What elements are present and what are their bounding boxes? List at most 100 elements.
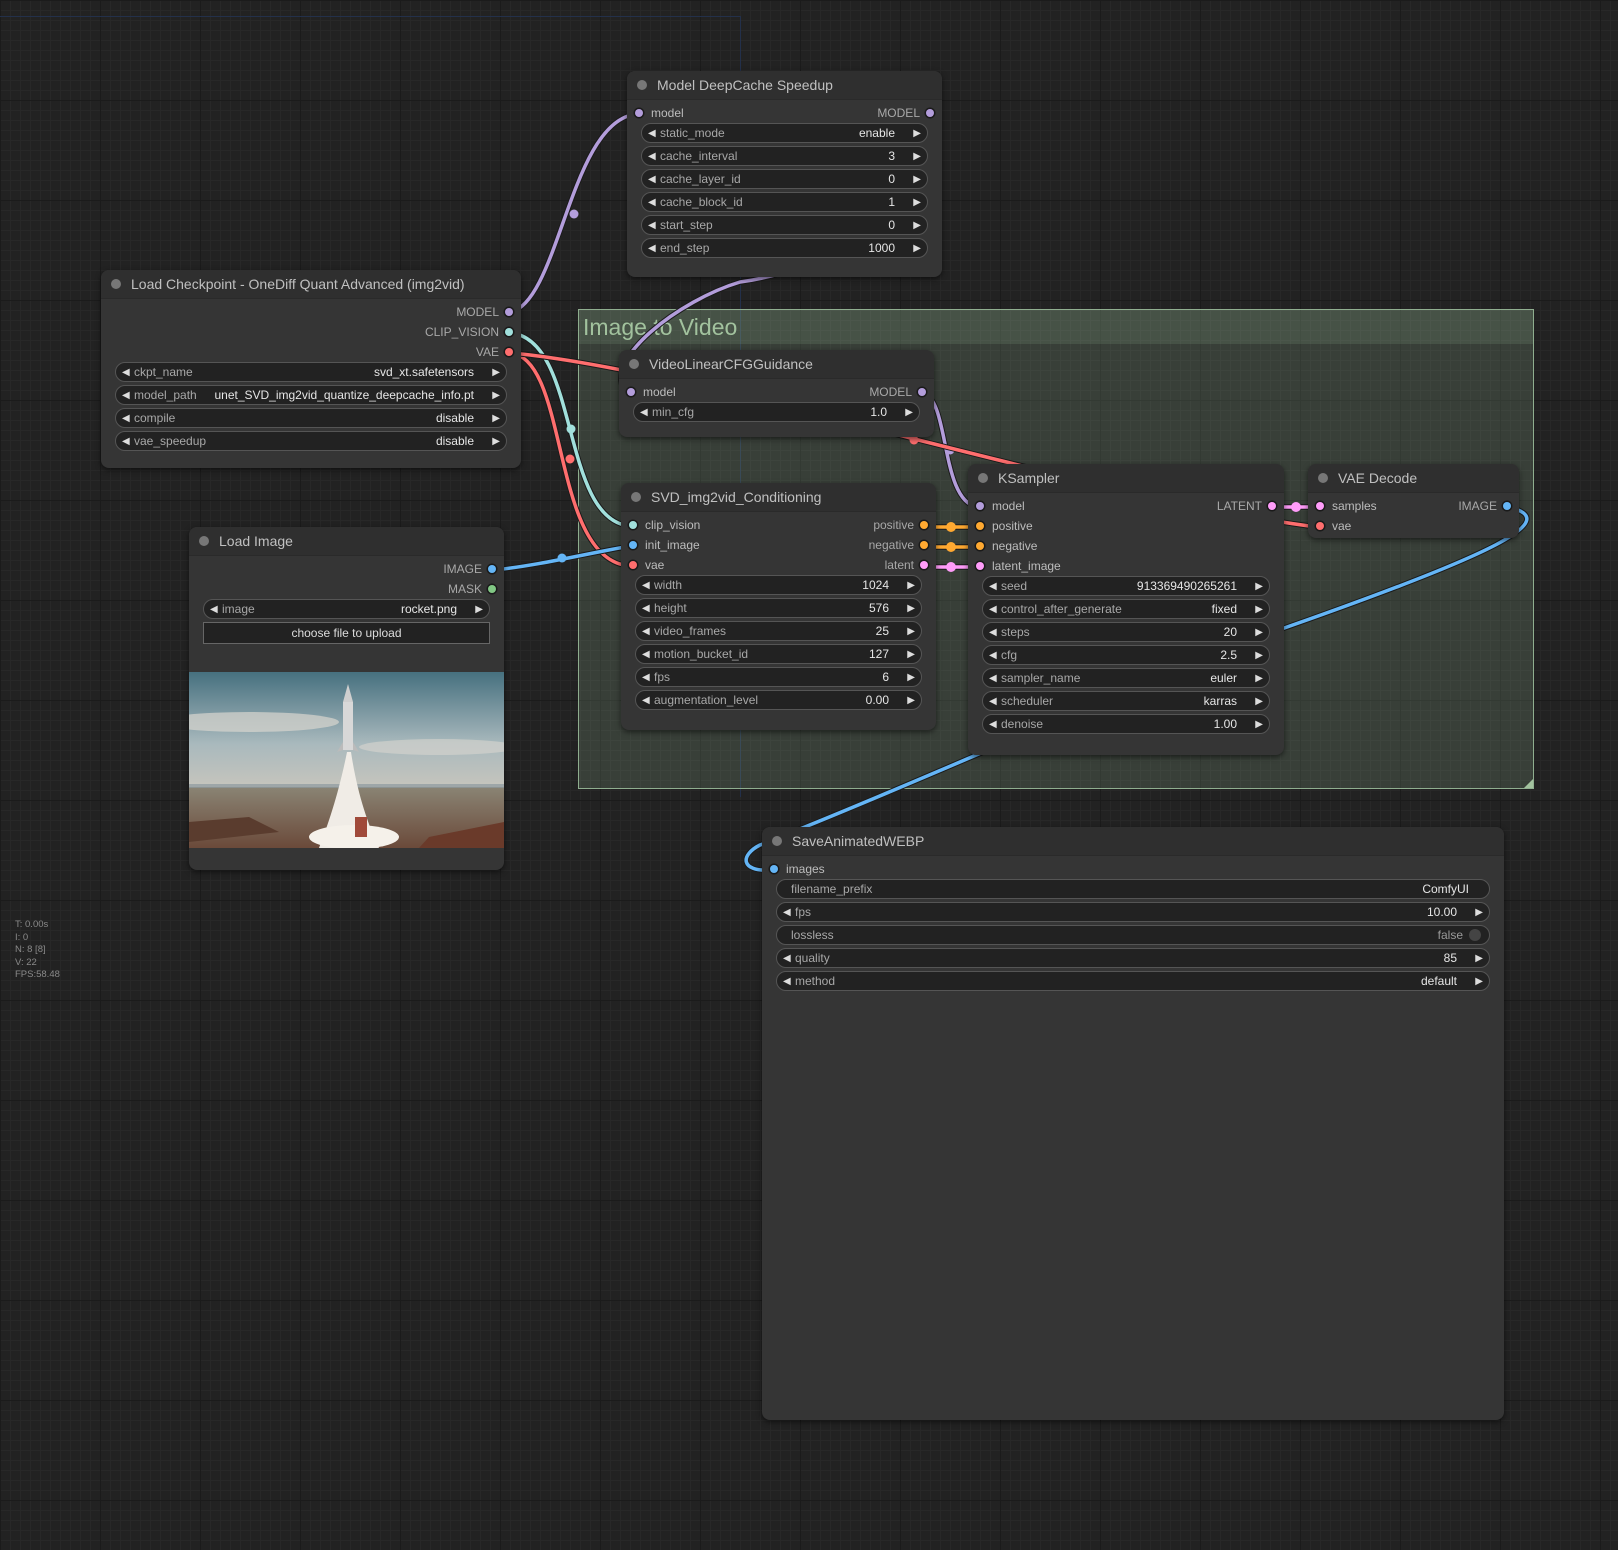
decrement-arrow-icon[interactable]: ◀ [642,580,654,591]
widget-seed[interactable]: ◀ seed 913369490265261 ▶ [982,576,1270,596]
input-slot-vae[interactable]: vae [1316,519,1351,533]
image-pin-icon[interactable] [629,541,637,549]
node-header[interactable]: VideoLinearCFGGuidance [619,350,934,379]
model-pin-icon[interactable] [918,388,926,396]
image-pin-icon[interactable] [488,565,496,573]
widget-value[interactable]: 1000 [868,241,909,255]
group-title[interactable]: Image to Video [579,310,1533,344]
widget-cache-layer-id[interactable]: ◀ cache_layer_id 0 ▶ [641,169,928,189]
collapse-dot-icon[interactable] [629,359,639,369]
widget-value[interactable]: 6 [882,670,903,684]
input-slot-negative[interactable]: negative [976,539,1037,553]
decrement-arrow-icon[interactable]: ◀ [648,197,660,208]
increment-arrow-icon[interactable]: ▶ [1471,976,1483,987]
increment-arrow-icon[interactable]: ▶ [488,413,500,424]
increment-arrow-icon[interactable]: ▶ [901,407,913,418]
decrement-arrow-icon[interactable]: ◀ [210,604,222,615]
node-ksampler[interactable]: KSampler model LATENT positive negative … [968,464,1284,755]
collapse-dot-icon[interactable] [978,473,988,483]
increment-arrow-icon[interactable]: ▶ [909,243,921,254]
widget-value[interactable]: karras [1204,694,1251,708]
node-model-deepcache-speedup[interactable]: Model DeepCache Speedup model MODEL ◀ sta… [627,71,942,277]
input-slot-positive[interactable]: positive [976,519,1033,533]
model-pin-icon[interactable] [627,388,635,396]
increment-arrow-icon[interactable]: ▶ [1251,719,1263,730]
widget-value[interactable]: 127 [869,647,903,661]
decrement-arrow-icon[interactable]: ◀ [642,649,654,660]
node-save-animated-webp[interactable]: SaveAnimatedWEBP images filename_prefix C… [762,827,1504,1420]
increment-arrow-icon[interactable]: ▶ [488,436,500,447]
widget-value[interactable]: rocket.png [401,602,471,616]
vae-pin-icon[interactable] [505,348,513,356]
clip-vision-pin-icon[interactable] [505,328,513,336]
input-slot-samples[interactable]: samples [1316,499,1377,513]
input-slot-model[interactable]: model [627,385,676,399]
increment-arrow-icon[interactable]: ▶ [909,197,921,208]
model-pin-icon[interactable] [926,109,934,117]
widget-compile[interactable]: ◀ compile disable ▶ [115,408,507,428]
vae-pin-icon[interactable] [1316,522,1324,530]
input-slot-latent-image[interactable]: latent_image [976,559,1061,573]
widget-motion-bucket-id[interactable]: ◀ motion_bucket_id 127 ▶ [635,644,922,664]
widget-value[interactable]: 0 [888,218,909,232]
input-slot-clip-vision[interactable]: clip_vision [629,518,700,532]
clip-vision-pin-icon[interactable] [629,521,637,529]
toggle-off-icon[interactable] [1469,929,1481,941]
widget-augmentation-level[interactable]: ◀ augmentation_level 0.00 ▶ [635,690,922,710]
decrement-arrow-icon[interactable]: ◀ [642,626,654,637]
decrement-arrow-icon[interactable]: ◀ [122,436,134,447]
increment-arrow-icon[interactable]: ▶ [1251,696,1263,707]
decrement-arrow-icon[interactable]: ◀ [648,220,660,231]
increment-arrow-icon[interactable]: ▶ [909,128,921,139]
decrement-arrow-icon[interactable]: ◀ [122,413,134,424]
increment-arrow-icon[interactable]: ▶ [909,151,921,162]
increment-arrow-icon[interactable]: ▶ [1251,604,1263,615]
decrement-arrow-icon[interactable]: ◀ [122,390,134,401]
widget-min-cfg[interactable]: ◀ min_cfg 1.0 ▶ [633,402,920,422]
node-header[interactable]: Model DeepCache Speedup [627,71,942,100]
widget-value[interactable]: 20 [1224,625,1251,639]
widget-value[interactable]: 25 [876,624,903,638]
decrement-arrow-icon[interactable]: ◀ [989,719,1001,730]
node-svd-img2vid-conditioning[interactable]: SVD_img2vid_Conditioning clip_vision pos… [621,483,936,730]
model-pin-icon[interactable] [505,308,513,316]
group-resize-handle[interactable] [1524,779,1533,788]
model-pin-icon[interactable] [976,502,984,510]
vae-pin-icon[interactable] [629,561,637,569]
widget-filename-prefix[interactable]: filename_prefix ComfyUI [776,879,1490,899]
input-slot-vae[interactable]: vae [629,558,664,572]
widget-steps[interactable]: ◀ steps 20 ▶ [982,622,1270,642]
output-slot-positive[interactable]: positive [873,518,928,532]
widget-cfg[interactable]: ◀ cfg 2.5 ▶ [982,645,1270,665]
node-load-checkpoint[interactable]: Load Checkpoint - OneDiff Quant Advanced… [101,270,521,468]
increment-arrow-icon[interactable]: ▶ [1471,953,1483,964]
widget-start-step[interactable]: ◀ start_step 0 ▶ [641,215,928,235]
output-slot-mask[interactable]: MASK [448,582,496,596]
input-slot-images[interactable]: images [770,862,825,876]
output-slot-latent[interactable]: LATENT [1217,499,1276,513]
increment-arrow-icon[interactable]: ▶ [903,695,915,706]
widget-value[interactable]: disable [436,434,488,448]
widget-scheduler[interactable]: ◀ scheduler karras ▶ [982,691,1270,711]
widget-value[interactable]: unet_SVD_img2vid_quantize_deepcache_info… [214,388,488,402]
output-slot-vae[interactable]: VAE [476,345,513,359]
latent-pin-icon[interactable] [920,561,928,569]
widget-cache-block-id[interactable]: ◀ cache_block_id 1 ▶ [641,192,928,212]
widget-video-frames[interactable]: ◀ video_frames 25 ▶ [635,621,922,641]
widget-value[interactable]: 10.00 [1427,905,1471,919]
output-slot-model[interactable]: MODEL [869,385,926,399]
conditioning-pin-icon[interactable] [976,522,984,530]
widget-denoise[interactable]: ◀ denoise 1.00 ▶ [982,714,1270,734]
widget-sampler-name[interactable]: ◀ sampler_name euler ▶ [982,668,1270,688]
collapse-dot-icon[interactable] [637,80,647,90]
conditioning-pin-icon[interactable] [920,521,928,529]
widget-value[interactable]: 1.00 [1214,717,1251,731]
widget-value[interactable]: 85 [1444,951,1471,965]
increment-arrow-icon[interactable]: ▶ [909,174,921,185]
node-header[interactable]: VAE Decode [1308,464,1519,493]
widget-value[interactable]: 576 [869,601,903,615]
latent-pin-icon[interactable] [1268,502,1276,510]
upload-button[interactable]: choose file to upload [203,622,490,644]
widget-value[interactable]: false [1438,928,1469,942]
collapse-dot-icon[interactable] [111,279,121,289]
